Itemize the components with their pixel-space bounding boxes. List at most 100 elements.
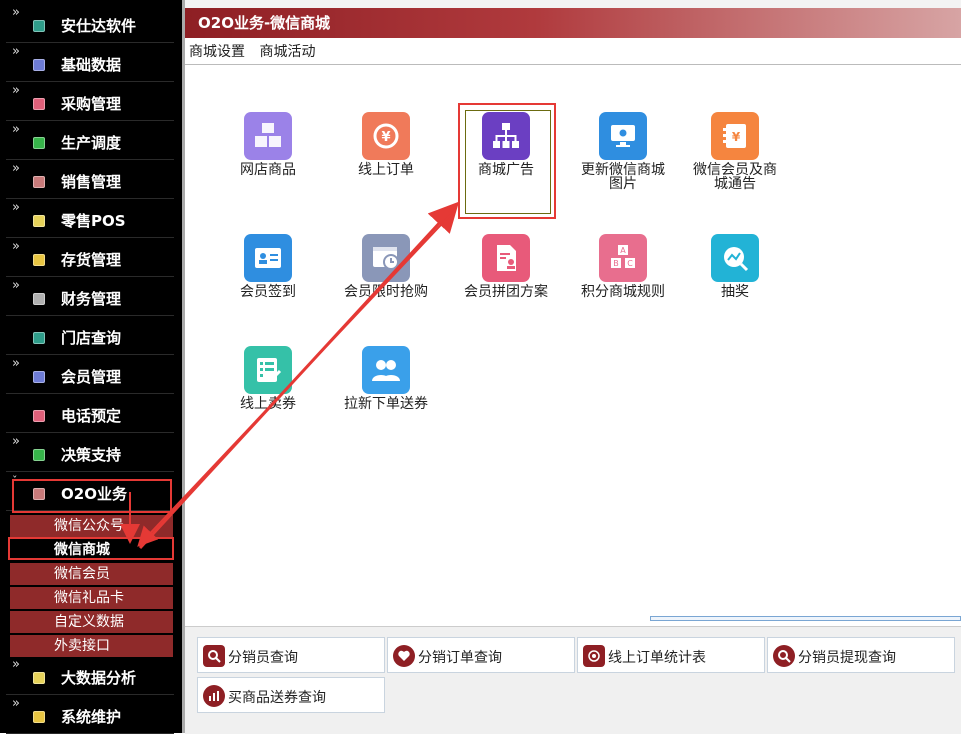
- menu-item-label: 存货管理: [61, 251, 122, 269]
- app-group-buy[interactable]: 会员拼团方案: [458, 234, 554, 299]
- magnifier-icon: [773, 645, 795, 667]
- module-icon: [33, 59, 45, 71]
- button-label: 分销员查询: [228, 650, 298, 666]
- app-label: 线上卖券: [240, 396, 296, 412]
- menu-item-label: 会员管理: [61, 368, 122, 386]
- menu-item-label: 电话预定: [61, 407, 122, 425]
- id-card-icon: [244, 234, 292, 282]
- app-sell-coupons[interactable]: 线上卖券: [220, 346, 316, 411]
- tab-bar: 商城设置 商城活动: [185, 40, 961, 65]
- module-icon: [33, 488, 45, 500]
- app-label: 会员限时抢购: [344, 284, 428, 300]
- chevron-down-icon: ˇ: [12, 474, 18, 487]
- submenu-wechat-official[interactable]: 微信公众号: [10, 515, 173, 537]
- module-icon: [33, 332, 45, 344]
- double-chevron-icon: »: [12, 161, 20, 176]
- module-icon: [33, 672, 45, 684]
- app-label: 更新微信商城图片: [581, 162, 665, 192]
- menu-item-member[interactable]: » 会员管理: [6, 356, 174, 394]
- distribution-order-query-button[interactable]: 分销订单查询: [387, 637, 575, 673]
- menu-item-label: 安仕达软件: [61, 17, 137, 35]
- button-label: 买商品送券查询: [228, 690, 326, 706]
- bar-chart-icon: [203, 685, 225, 707]
- online-order-stats-button[interactable]: 线上订单统计表: [577, 637, 765, 673]
- menu-item-retail-pos[interactable]: » 零售POS: [6, 200, 174, 238]
- double-chevron-icon: »: [12, 83, 20, 98]
- horizontal-scrollbar[interactable]: [650, 616, 961, 621]
- module-icon: [33, 254, 45, 266]
- distributor-query-button[interactable]: 分销员查询: [197, 637, 385, 673]
- app-online-orders[interactable]: ¥ 线上订单: [338, 112, 434, 177]
- app-mall-ads[interactable]: 商城广告: [458, 112, 554, 177]
- sidebar: » 安仕达软件 » 基础数据 » 采购管理 » 生产调度 » 销售管理 » 零售…: [0, 0, 182, 734]
- double-chevron-icon: »: [12, 356, 20, 371]
- menu-item-label: 采购管理: [61, 95, 122, 113]
- tab-mall-activities[interactable]: 商城活动: [259, 40, 315, 64]
- module-icon: [33, 215, 45, 227]
- tab-mall-settings[interactable]: 商城设置: [189, 40, 245, 64]
- page-title: O2O业务-微信商城: [185, 8, 961, 38]
- menu-item-label: 大数据分析: [61, 669, 137, 687]
- quick-panel: 分销员查询 分销订单查询 线上订单统计表 分销员提现查询 买商品送券查询: [185, 626, 961, 734]
- app-label: 抽奖: [721, 284, 749, 300]
- app-member-notice[interactable]: ¥ 微信会员及商城通告: [687, 112, 783, 191]
- submenu-wechat-giftcard[interactable]: 微信礼品卡: [10, 587, 173, 609]
- double-chevron-icon: »: [12, 657, 20, 672]
- submenu-custom-data[interactable]: 自定义数据: [10, 611, 173, 633]
- app-label: 微信会员及商城通告: [693, 162, 777, 192]
- menu-item-o2o[interactable]: ˇ O2O业务: [6, 473, 174, 511]
- notice-book-icon: ¥: [711, 112, 759, 160]
- abc-blocks-icon: ABC: [599, 234, 647, 282]
- app-label: 网店商品: [240, 162, 296, 178]
- app-referral-coupons[interactable]: 拉新下单送券: [338, 346, 434, 411]
- menu-item-finance[interactable]: » 财务管理: [6, 278, 174, 316]
- menu-item-phone-booking[interactable]: 电话预定: [6, 395, 174, 433]
- module-icon: [33, 371, 45, 383]
- menu-item-store-query[interactable]: 门店查询: [6, 317, 174, 355]
- app-update-mall-images[interactable]: 更新微信商城图片: [575, 112, 671, 191]
- buy-goods-coupon-query-button[interactable]: 买商品送券查询: [197, 677, 385, 713]
- menu-item-label: O2O业务: [61, 485, 127, 503]
- menu-item-system[interactable]: » 系统维护: [6, 696, 174, 734]
- distributor-withdrawal-query-button[interactable]: 分销员提现查询: [767, 637, 955, 673]
- svg-text:A: A: [620, 246, 626, 255]
- org-chart-icon: [482, 112, 530, 160]
- app-points-rules[interactable]: ABC 积分商城规则: [575, 234, 671, 299]
- module-icon: [33, 293, 45, 305]
- menu-item-label: 生产调度: [61, 134, 122, 152]
- app-online-products[interactable]: 网店商品: [220, 112, 316, 177]
- trend-search-icon: [711, 234, 759, 282]
- menu-item-purchase[interactable]: » 采购管理: [6, 83, 174, 121]
- menu-item-inventory[interactable]: » 存货管理: [6, 239, 174, 277]
- app-member-checkin[interactable]: 会员签到: [220, 234, 316, 299]
- button-label: 分销订单查询: [418, 650, 502, 666]
- menu-item-basic-data[interactable]: » 基础数据: [6, 44, 174, 82]
- module-icon: [33, 98, 45, 110]
- module-icon: [33, 137, 45, 149]
- app-lottery[interactable]: 抽奖: [687, 234, 783, 299]
- button-label: 分销员提现查询: [798, 650, 896, 666]
- svg-text:B: B: [613, 259, 619, 268]
- menu-item-decision[interactable]: » 决策支持: [6, 434, 174, 472]
- menu-item-label: 系统维护: [61, 708, 122, 726]
- menu-item-label: 决策支持: [61, 446, 122, 464]
- submenu-takeaway[interactable]: 外卖接口: [10, 635, 173, 657]
- users-icon: [362, 346, 410, 394]
- menu-item-sales[interactable]: » 销售管理: [6, 161, 174, 199]
- menu-item-label: 零售POS: [61, 212, 126, 230]
- double-chevron-icon: »: [12, 434, 20, 449]
- currency-refresh-icon: ¥: [362, 112, 410, 160]
- app-label: 积分商城规则: [581, 284, 665, 300]
- document-user-icon: [482, 234, 530, 282]
- splitter[interactable]: [182, 0, 185, 733]
- app-flash-sale[interactable]: 会员限时抢购: [338, 234, 434, 299]
- submenu-wechat-mall[interactable]: 微信商城: [10, 539, 173, 561]
- menu-item-ansida[interactable]: » 安仕达软件: [6, 5, 174, 43]
- menu-item-label: 基础数据: [61, 56, 122, 74]
- menu-item-production[interactable]: » 生产调度: [6, 122, 174, 160]
- menu-item-label: 销售管理: [61, 173, 122, 191]
- menu-item-big-data[interactable]: » 大数据分析: [6, 657, 174, 695]
- submenu-wechat-member[interactable]: 微信会员: [10, 563, 173, 585]
- app-label: 会员拼团方案: [464, 284, 548, 300]
- app-label: 会员签到: [240, 284, 296, 300]
